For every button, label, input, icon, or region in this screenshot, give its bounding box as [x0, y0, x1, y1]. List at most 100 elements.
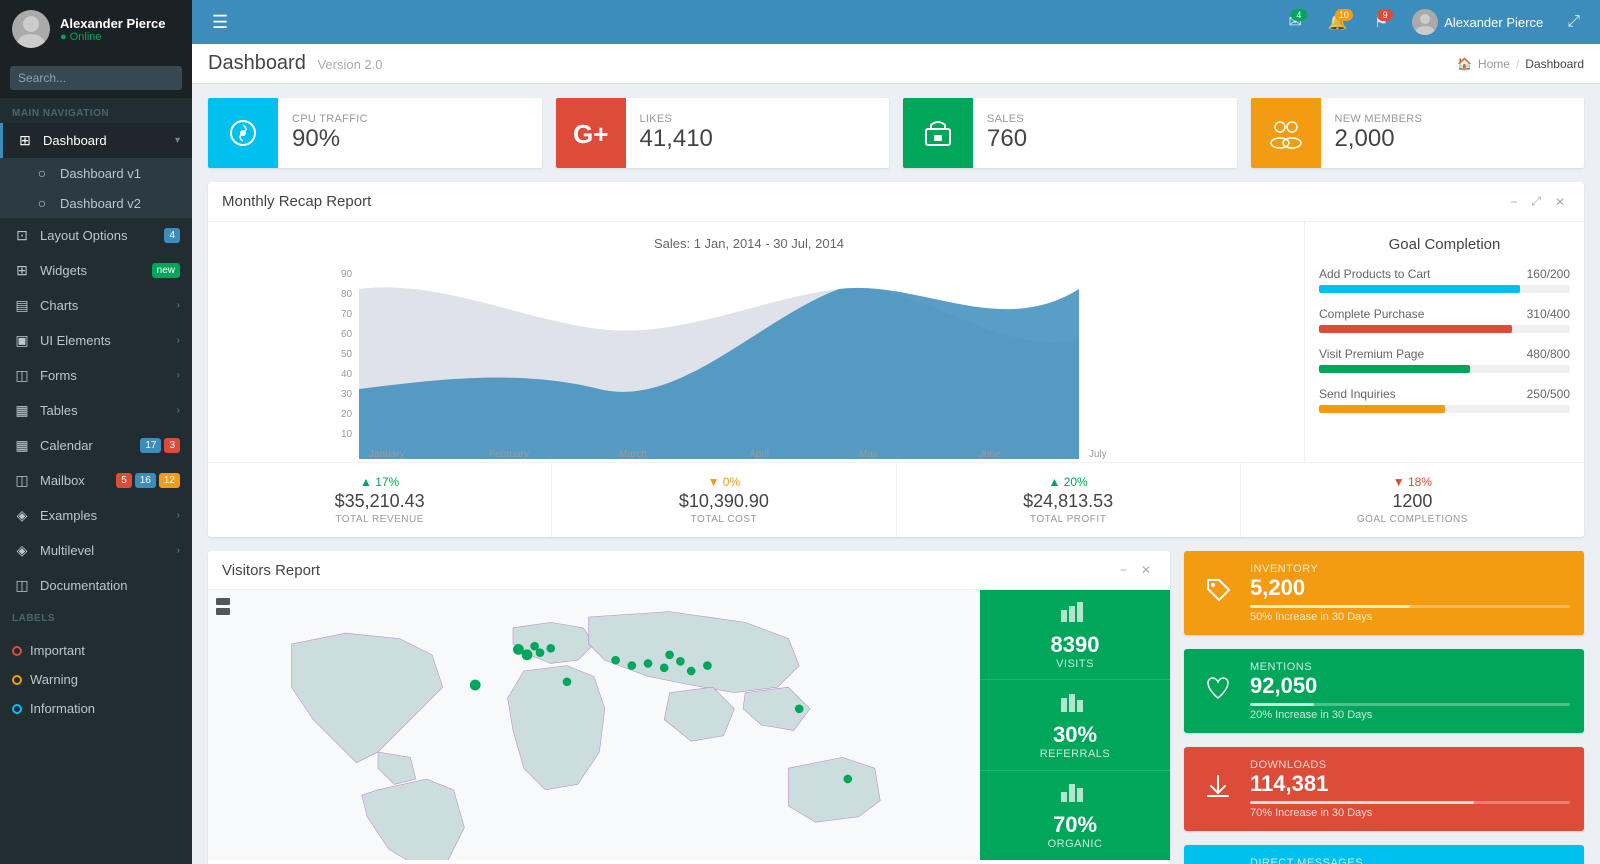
stats-cell-goals: ▼ 18% 1200 GOAL COMPLETIONS	[1241, 463, 1584, 537]
breadcrumb-separator: /	[1516, 57, 1519, 71]
tables-arrow-icon: ›	[177, 405, 180, 416]
svg-text:50: 50	[341, 349, 353, 360]
topnav-avatar	[1412, 9, 1438, 35]
cpu-icon-box	[208, 98, 278, 168]
tables-icon: ▦	[12, 402, 32, 419]
map-stat-organic: 70% ORGANIC	[980, 771, 1170, 860]
search-input[interactable]	[10, 66, 182, 90]
sidebar-item-examples[interactable]: ◈ Examples ›	[0, 498, 192, 533]
circle-icon: ○	[32, 165, 52, 181]
members-icon-box	[1251, 98, 1321, 168]
side-stat-inventory: INVENTORY 5,200 50% Increase in 30 Days	[1184, 551, 1584, 635]
sidebar-item-layout-options[interactable]: ⊡ Layout Options 4	[0, 218, 192, 253]
widgets-icon: ⊞	[12, 262, 32, 279]
members-value: 2,000	[1335, 125, 1423, 153]
visits-label: VISITS	[1056, 658, 1094, 670]
side-stat-messages: DIRECT MESSAGES 163,921 40% Increase in …	[1184, 845, 1584, 864]
calendar-badge-3: 3	[164, 438, 180, 453]
visitors-close-button[interactable]: ✕	[1136, 561, 1156, 579]
goal-item-1: Complete Purchase 310/400	[1319, 307, 1570, 333]
monthly-panel-header: Monthly Recap Report − ⤢ ✕	[208, 182, 1584, 222]
profit-change: ▲ 20%	[911, 475, 1226, 489]
mentions-label: MENTIONS	[1250, 661, 1570, 673]
chart-subtitle: Sales: 1 Jan, 2014 - 30 Jul, 2014	[222, 236, 1276, 251]
sidebar-toggle-button[interactable]: ☰	[204, 8, 236, 37]
heart-icon	[1198, 673, 1238, 710]
calendar-badge-17: 17	[140, 438, 161, 453]
sidebar-item-ui-elements[interactable]: ▣ UI Elements ›	[0, 323, 192, 358]
label-warning[interactable]: Warning	[0, 665, 192, 694]
forms-arrow-icon: ›	[177, 370, 180, 381]
svg-text:40: 40	[341, 369, 353, 380]
mentions-note: 20% Increase in 30 Days	[1250, 709, 1570, 721]
members-label: NEW MEMBERS	[1335, 113, 1423, 125]
notifications-button[interactable]: 🔔 10	[1320, 6, 1356, 38]
legend-item-1	[216, 598, 230, 605]
panel-expand-button[interactable]: ⤢	[1526, 192, 1546, 211]
sidebar-item-forms[interactable]: ◫ Forms ›	[0, 358, 192, 393]
visitors-panel-header: Visitors Report − ✕	[208, 551, 1170, 590]
main-area: ☰ ✉ 4 🔔 10 ⚑ 9 Alexander Pierce ⤢ Dashbo…	[192, 0, 1600, 864]
label-important[interactable]: Important	[0, 636, 192, 665]
sidebar-item-calendar[interactable]: ▦ Calendar 17 3	[0, 428, 192, 463]
sidebar-item-dashboard-v1[interactable]: ○ Dashboard v1	[0, 158, 192, 188]
referrals-label: REFERRALS	[1040, 748, 1111, 760]
label-dot-cyan	[12, 704, 22, 714]
multilevel-icon: ◈	[12, 542, 32, 559]
messages-label: DIRECT MESSAGES	[1250, 857, 1570, 864]
share-button[interactable]: ⤢	[1559, 7, 1588, 37]
goal-title: Goal Completion	[1319, 236, 1570, 253]
tag-icon	[1198, 575, 1238, 612]
svg-text:80: 80	[341, 289, 353, 300]
likes-icon-box: G+	[556, 98, 626, 168]
label-information[interactable]: Information	[0, 694, 192, 723]
referrals-chart-icon	[1061, 690, 1089, 718]
forms-icon: ◫	[12, 367, 32, 384]
page-content: CPU TRAFFIC 90% G+ LIKES 41,410	[192, 84, 1600, 864]
bottom-row: Visitors Report − ✕	[208, 551, 1584, 864]
tasks-button[interactable]: ⚑ 9	[1366, 6, 1396, 38]
map-svg-area	[208, 590, 980, 860]
svg-text:10: 10	[341, 429, 353, 440]
sidebar-item-mailbox[interactable]: ◫ Mailbox 5 16 12	[0, 463, 192, 498]
mail-button[interactable]: ✉ 4	[1281, 6, 1310, 38]
sidebar-item-tables[interactable]: ▦ Tables ›	[0, 393, 192, 428]
breadcrumb-bar: Dashboard Version 2.0 🏠 Home / Dashboard	[192, 44, 1600, 84]
monthly-recap-panel: Monthly Recap Report − ⤢ ✕ Sales: 1 Jan,…	[208, 182, 1584, 537]
inventory-note: 50% Increase in 30 Days	[1250, 611, 1570, 623]
stat-box-sales: SALES 760	[903, 98, 1237, 168]
sales-label: SALES	[987, 113, 1027, 125]
panel-close-button[interactable]: ✕	[1550, 192, 1570, 211]
monthly-panel-title: Monthly Recap Report	[222, 193, 371, 210]
sidebar-item-multilevel[interactable]: ◈ Multilevel ›	[0, 533, 192, 568]
revenue-amount: $35,210.43	[222, 491, 537, 512]
sidebar-item-charts[interactable]: ▤ Charts ›	[0, 288, 192, 323]
nav-section-label: MAIN NAVIGATION	[0, 98, 192, 123]
user-menu-button[interactable]: Alexander Pierce	[1406, 9, 1549, 35]
profit-label: TOTAL PROFIT	[911, 514, 1226, 525]
sidebar-item-widgets[interactable]: ⊞ Widgets new	[0, 253, 192, 288]
stat-box-members: NEW MEMBERS 2,000	[1251, 98, 1585, 168]
visitors-panel: Visitors Report − ✕	[208, 551, 1170, 864]
map-body: 8390 VISITS 30% REFERRALS	[208, 590, 1170, 860]
svg-text:March: March	[619, 449, 647, 459]
side-stat-mentions: MENTIONS 92,050 20% Increase in 30 Days	[1184, 649, 1584, 733]
breadcrumb-home-text: Home	[1478, 57, 1510, 71]
visitors-minimize-button[interactable]: −	[1115, 561, 1132, 579]
organic-value: 70%	[1053, 812, 1097, 838]
label-dot-red	[12, 646, 22, 656]
map-stat-visits: 8390 VISITS	[980, 590, 1170, 680]
area-chart: 90 80 70 60 50 40 30 20 10	[222, 259, 1276, 459]
svg-text:70: 70	[341, 309, 353, 320]
sidebar-item-dashboard[interactable]: ⊞ Dashboard ▾	[0, 123, 192, 158]
visitors-panel-title: Visitors Report	[222, 562, 320, 579]
svg-text:30: 30	[341, 389, 353, 400]
panel-minimize-button[interactable]: −	[1505, 192, 1522, 211]
sidebar-user-status: Online	[60, 31, 166, 43]
sidebar-item-dashboard-v2[interactable]: ○ Dashboard v2	[0, 188, 192, 218]
goals-label: GOAL COMPLETIONS	[1255, 514, 1570, 525]
svg-text:April: April	[749, 449, 769, 459]
sidebar-item-documentation[interactable]: ◫ Documentation	[0, 568, 192, 603]
charts-icon: ▤	[12, 297, 32, 314]
mailbox-badge-16: 16	[135, 473, 156, 488]
